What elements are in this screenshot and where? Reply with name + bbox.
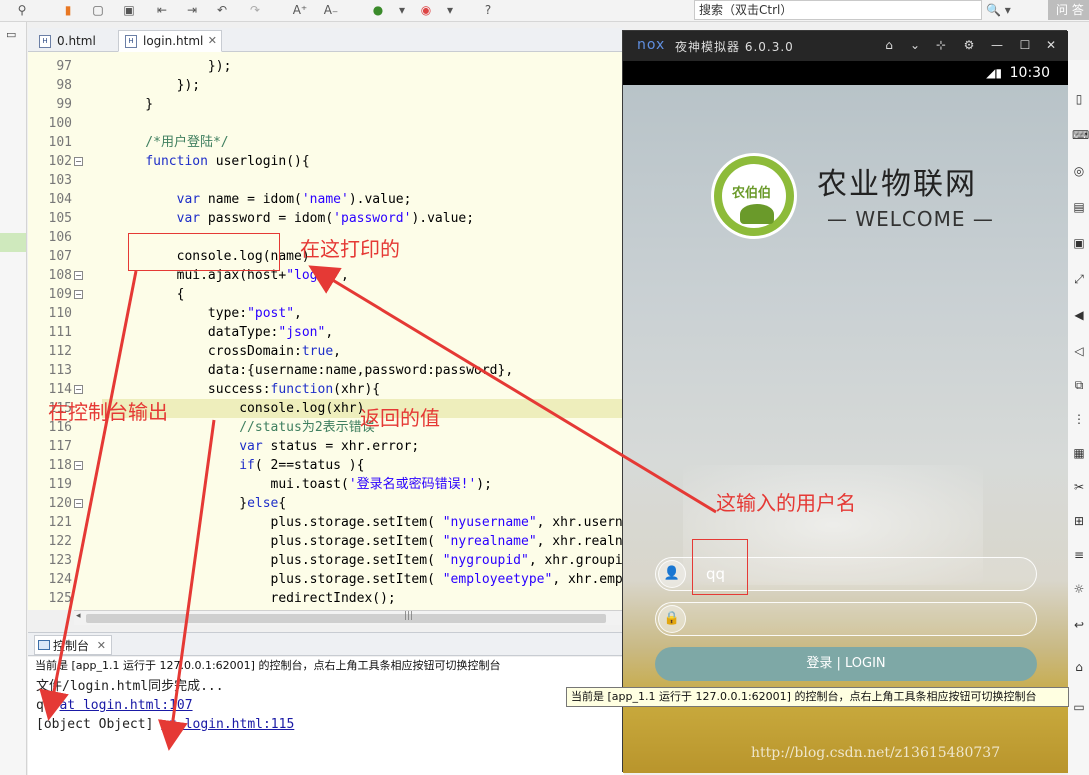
arrow-log-to-console-qq [39,270,138,721]
arrow-xhr-to-console-object [157,419,216,751]
annotation-arrows [39,265,717,751]
arrow-username-to-log [308,265,717,514]
